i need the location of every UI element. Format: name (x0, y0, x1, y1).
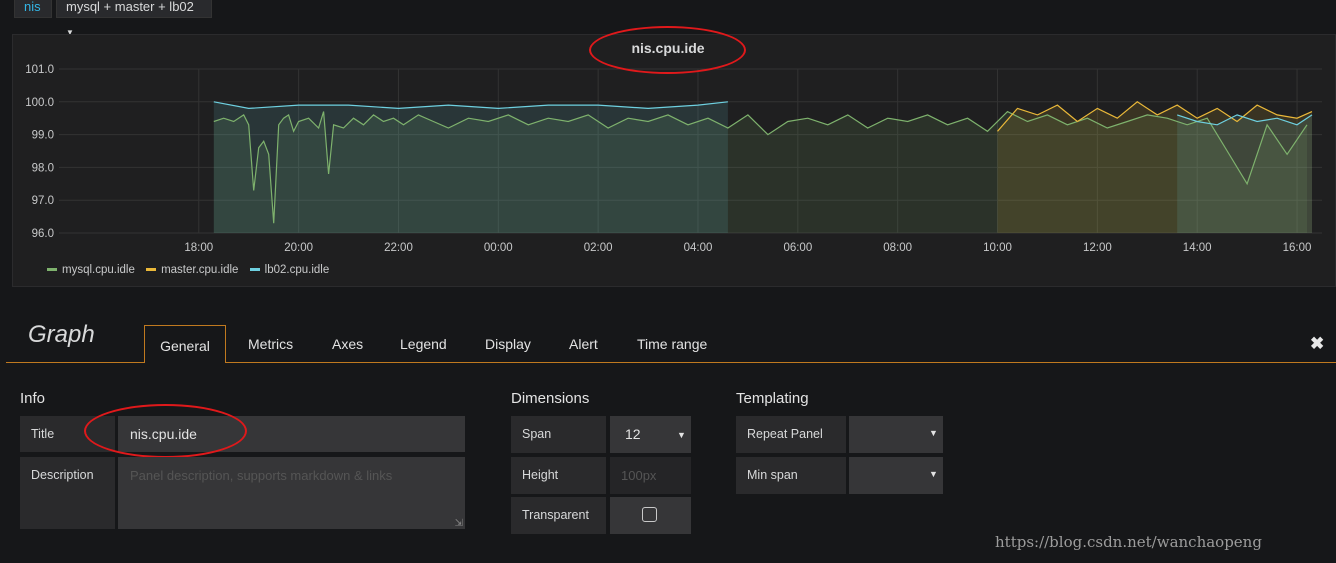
transparent-checkbox[interactable] (642, 507, 657, 522)
x-tick-label: 12:00 (1083, 242, 1112, 254)
description-textarea[interactable]: Panel description, supports markdown & l… (118, 457, 465, 529)
span-label: Span (511, 416, 606, 453)
tab-alert[interactable]: Alert (569, 336, 598, 352)
tab-general[interactable]: General (144, 325, 226, 363)
y-tick-label: 99.0 (32, 130, 54, 142)
span-value: 12 (625, 426, 641, 442)
legend-label: master.cpu.idle (161, 264, 239, 276)
y-tick-label: 96.0 (32, 228, 54, 240)
x-tick-label: 14:00 (1183, 242, 1212, 254)
repeat-panel-select[interactable]: ▼ (849, 416, 943, 453)
info-heading: Info (20, 390, 46, 407)
span-select[interactable]: 12 ▼ (610, 416, 691, 453)
x-tick-label: 08:00 (883, 242, 912, 254)
watermark: https://blog.csdn.net/wanchaopeng (995, 533, 1262, 551)
highlight-ellipse-title-input (84, 404, 247, 458)
x-tick-label: 16:00 (1283, 242, 1312, 254)
chart-legend: mysql.cpu.idle master.cpu.idle lb02.cpu.… (47, 264, 337, 276)
transparent-label: Transparent (511, 497, 606, 534)
resize-handle-icon: ⇲ (454, 518, 463, 529)
height-label: Height (511, 457, 606, 494)
tab-time-range[interactable]: Time range (637, 336, 707, 352)
legend-label: lb02.cpu.idle (264, 264, 330, 276)
y-tick-label: 97.0 (32, 195, 54, 207)
x-tick-label: 06:00 (783, 242, 812, 254)
tab-display[interactable]: Display (485, 336, 531, 352)
y-tick-label: 100.0 (25, 97, 54, 109)
templating-heading: Templating (736, 390, 809, 407)
x-tick-label: 04:00 (684, 242, 713, 254)
legend-item-lb02[interactable]: lb02.cpu.idle (249, 264, 330, 276)
dimensions-heading: Dimensions (511, 390, 590, 407)
tab-metrics[interactable]: Metrics (248, 336, 293, 352)
caret-down-icon: ▼ (677, 430, 686, 440)
description-label: Description (20, 457, 115, 529)
tab-legend[interactable]: Legend (400, 336, 447, 352)
y-tick-label: 98.0 (32, 162, 54, 174)
x-tick-label: 20:00 (284, 242, 313, 254)
legend-swatch (249, 268, 260, 272)
legend-swatch (47, 268, 57, 272)
description-placeholder: Panel description, supports markdown & l… (130, 468, 393, 483)
close-icon[interactable]: ✖ (1310, 334, 1324, 354)
x-tick-label: 02:00 (584, 242, 613, 254)
repeat-panel-label: Repeat Panel (736, 416, 846, 453)
legend-label: mysql.cpu.idle (62, 264, 135, 276)
x-tick-label: 00:00 (484, 242, 513, 254)
height-placeholder: 100px (621, 468, 657, 483)
caret-down-icon: ▼ (929, 469, 938, 479)
x-tick-label: 10:00 (983, 242, 1012, 254)
y-tick-label: 101.0 (25, 64, 54, 76)
min-span-select[interactable]: ▼ (849, 457, 943, 494)
legend-swatch (146, 268, 157, 272)
legend-item-mysql[interactable]: mysql.cpu.idle (47, 264, 135, 276)
x-tick-label: 22:00 (384, 242, 413, 254)
caret-down-icon: ▼ (929, 428, 938, 438)
panel-type-title: Graph (28, 321, 95, 348)
legend-item-master[interactable]: master.cpu.idle (146, 264, 238, 276)
height-input[interactable]: 100px (610, 457, 691, 494)
highlight-ellipse-chart-title (589, 26, 746, 74)
tab-axes[interactable]: Axes (332, 336, 363, 352)
series-area (1177, 114, 1312, 233)
x-tick-label: 18:00 (184, 242, 213, 254)
min-span-label: Min span (736, 457, 846, 494)
